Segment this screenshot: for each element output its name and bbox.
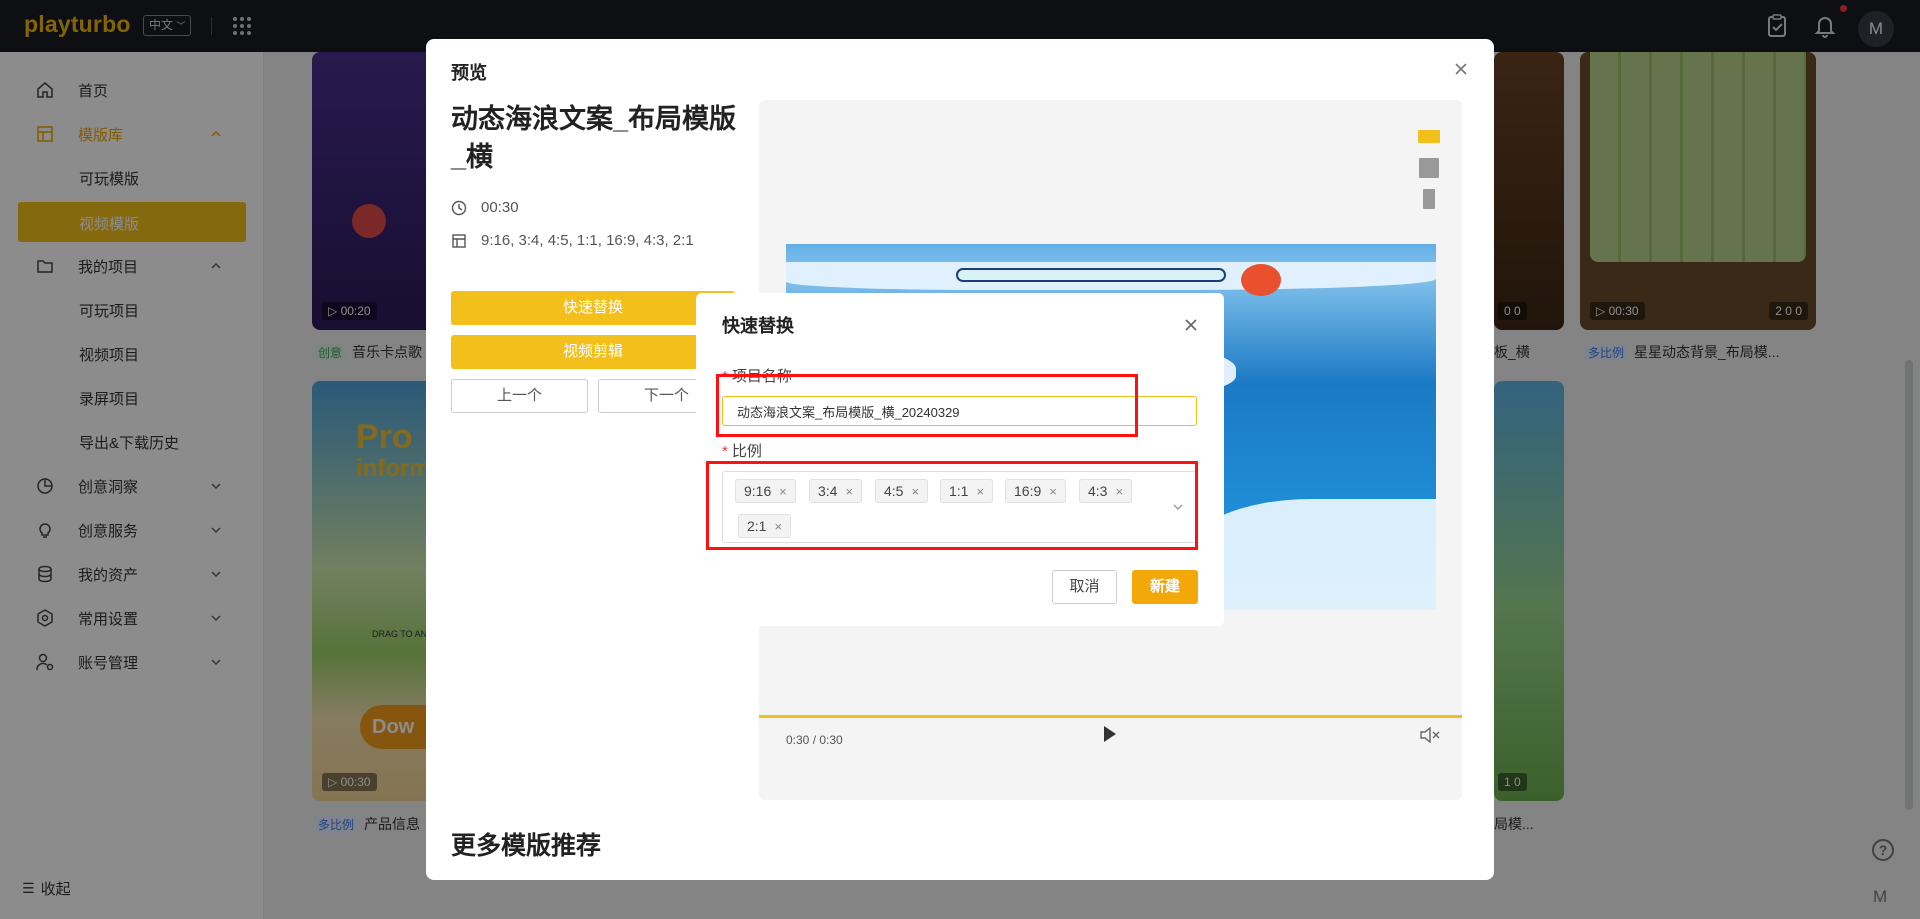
progress-track xyxy=(956,268,1226,282)
highlight-box xyxy=(716,374,1138,437)
player-time: 0:30 / 0:30 xyxy=(786,733,843,747)
quick-replace-dialog: 快速替换 *项目名称 *比例 9:16× 3:4× 4:5× 1:1× 16:9… xyxy=(696,293,1224,626)
mute-icon[interactable] xyxy=(1419,727,1441,743)
preview-title: 动态海浪文案_布局模版_横 xyxy=(451,104,737,172)
ratio-landscape[interactable] xyxy=(1418,130,1440,143)
duration-row: 00:30 xyxy=(451,199,519,216)
play-icon[interactable] xyxy=(1102,724,1118,744)
create-button[interactable]: 新建 xyxy=(1132,570,1198,604)
ratio-switcher xyxy=(1411,120,1447,209)
clock-icon xyxy=(451,200,467,215)
ratios-row: 9:16, 3:4, 4:5, 1:1, 16:9, 4:3, 2:1 xyxy=(451,232,694,249)
more-templates-heading: 更多模版推荐 xyxy=(451,832,602,860)
ratio-square[interactable] xyxy=(1419,158,1439,178)
dialog-title: 快速替换 xyxy=(722,316,794,336)
duration-value: 00:30 xyxy=(481,199,519,216)
close-icon[interactable] xyxy=(1452,60,1470,78)
cancel-button[interactable]: 取消 xyxy=(1052,570,1117,604)
ratio-portrait[interactable] xyxy=(1423,189,1435,209)
layout-icon xyxy=(452,233,466,248)
video-edit-button[interactable]: 视频剪辑 xyxy=(451,335,735,369)
close-icon[interactable] xyxy=(1182,316,1200,334)
ratio-label: * 比例 xyxy=(722,443,762,460)
highlight-box xyxy=(706,461,1198,550)
fish-character xyxy=(1241,264,1281,296)
player-progress-bar[interactable] xyxy=(759,715,1462,718)
preview-heading: 预览 xyxy=(451,63,487,83)
prev-button[interactable]: 上一个 xyxy=(451,379,588,413)
ratios-value: 9:16, 3:4, 4:5, 1:1, 16:9, 4:3, 2:1 xyxy=(481,232,694,249)
quick-replace-button[interactable]: 快速替换 xyxy=(451,291,735,325)
